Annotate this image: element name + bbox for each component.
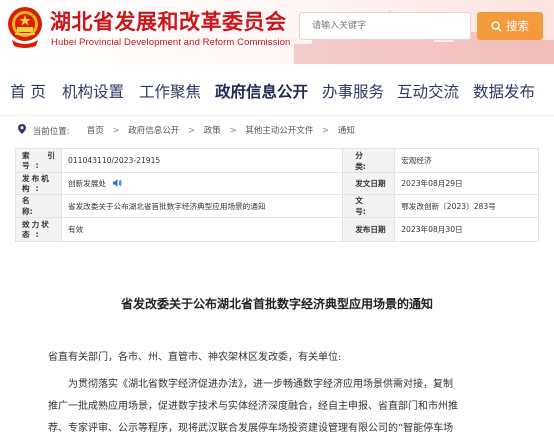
publisher-label: 发布机 构: — [15, 172, 62, 195]
category-value: 宏观经济 — [394, 148, 539, 173]
doc-number-label: 文 号: — [342, 194, 396, 218]
breadcrumb-prefix: 当前位置: — [32, 126, 70, 137]
national-emblem-logo — [8, 7, 42, 48]
search-button-label: 搜索 — [506, 19, 529, 33]
site-header: 湖北省发展和改革委员会 Hubei Provincial Development… — [0, 0, 554, 64]
article-paragraph-line-1: 为贯彻落实《湖北省数字经济促进办法》，进一步畅通数字经济应用场景供需对接，复制 — [68, 379, 453, 390]
nav-item-work-focus[interactable]: 工作聚焦 — [139, 80, 201, 102]
site-title: 湖北省发展和改革委员会 — [50, 10, 287, 34]
index-value: 011043110/2023-21915 — [60, 148, 344, 173]
location-pin-icon — [18, 124, 26, 137]
publisher-value: 创新发展处 — [68, 178, 106, 188]
article-paragraph-line-3: 荐、专家评审、公示等程序，现将武汉联合发展停车场投资建设管理有限公司的“智能停车… — [48, 423, 454, 434]
status-value: 有效 — [60, 217, 344, 242]
issue-date-value: 2023年08月29日 — [394, 172, 539, 195]
article-paragraph-line-2: 推广一批成熟应用场景，促进数字技术与实体经济深度融合，经自主申报、省直部门和市州… — [48, 401, 458, 412]
document-info-table: 索引 号: 011043110/2023-21915 分 类: 宏观经济 发布机… — [15, 148, 539, 242]
name-label: 名 称: — [15, 194, 62, 218]
breadcrumb-gov-info[interactable]: 政府信息公开 — [128, 126, 179, 136]
breadcrumb: 当前位置: 首页 > 政府信息公开 > 政策 > 其他主动公开文件 > 通知 — [18, 124, 355, 140]
article-title: 省发改委关于公布湖北省首批数字经济典型应用场景的通知 — [120, 297, 433, 311]
publisher-cell: 创新发展处 — [60, 172, 344, 195]
breadcrumb-home[interactable]: 首页 — [87, 126, 104, 136]
breadcrumb-notice[interactable]: 通知 — [338, 126, 355, 136]
name-value: 省发改委关于公布湖北省首批数字经济典型应用场景的通知 — [60, 194, 344, 218]
index-label: 索引 号: — [15, 148, 62, 173]
main-nav: 首 页 机构设置 工作聚焦 政府信息公开 办事服务 互动交流 数据发布 — [0, 64, 554, 116]
breadcrumb-policy[interactable]: 政策 — [204, 126, 221, 136]
search-icon — [491, 21, 502, 32]
article-greeting: 省直有关部门，各市、州、直管市、神农架林区发改委，有关单位: — [48, 352, 342, 363]
nav-item-services[interactable]: 办事服务 — [322, 80, 384, 102]
publish-date-label: 发布日期 — [342, 217, 396, 242]
doc-number-value: 鄂发改创新〔2023〕283号 — [394, 194, 539, 218]
nav-item-data-release[interactable]: 数据发布 — [473, 80, 535, 102]
issue-date-label: 发文日期 — [342, 172, 396, 195]
search-input[interactable] — [299, 12, 471, 40]
nav-item-organization[interactable]: 机构设置 — [62, 80, 124, 102]
speaker-icon[interactable] — [112, 178, 122, 190]
breadcrumb-other-files[interactable]: 其他主动公开文件 — [245, 126, 313, 136]
nav-item-home[interactable]: 首 页 — [10, 80, 46, 102]
status-label: 效力状 态: — [15, 217, 62, 242]
category-label: 分 类: — [342, 148, 396, 173]
nav-item-gov-info[interactable]: 政府信息公开 — [215, 80, 308, 102]
site-subtitle: Hubei Provincial Development and Reform … — [51, 37, 291, 48]
search-button[interactable]: 搜索 — [477, 12, 543, 40]
nav-item-interaction[interactable]: 互动交流 — [397, 80, 459, 102]
publish-date-value: 2023年08月30日 — [394, 217, 539, 242]
